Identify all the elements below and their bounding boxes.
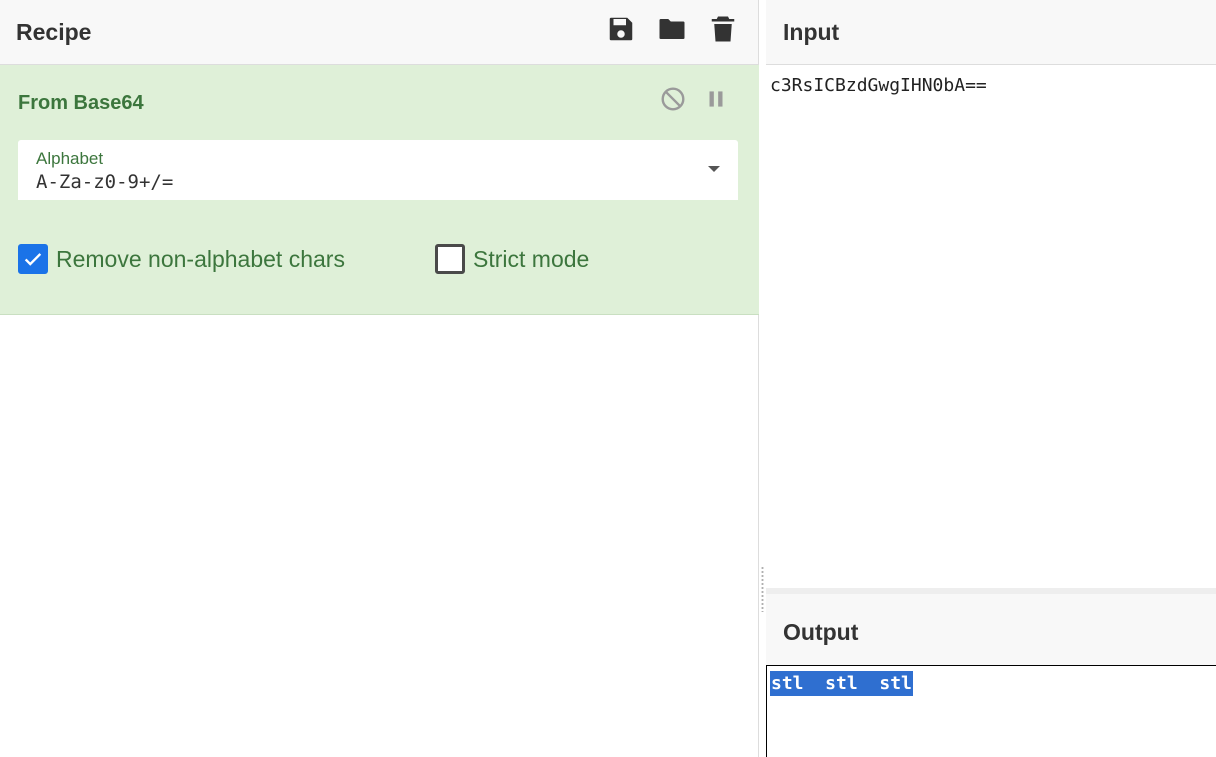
recipe-pane: Recipe From Base64 Alphabet A-Za-z0-9+/=… [0,0,759,757]
trash-can-icon [711,16,735,42]
operation-title: From Base64 [18,92,144,114]
input-header: Input [766,0,1216,65]
output-header: Output [766,594,1216,665]
strict-mode-label: Strict mode [473,245,590,272]
cyberchef-app: Recipe From Base64 Alphabet A-Za-z0-9+/=… [0,0,1216,757]
output-pane: Output stl stl stl [766,594,1216,757]
output-title: Output [783,619,859,645]
save-recipe-button[interactable] [606,14,636,44]
output-textarea[interactable]: stl stl stl [766,665,1216,757]
caret-down-icon [708,166,720,172]
folder-icon [659,19,685,39]
remove-non-alphabet-label: Remove non-alphabet chars [56,245,345,272]
strict-mode-checkbox-row[interactable]: Strict mode [435,243,589,275]
drag-grip-icon[interactable] [761,566,764,612]
remove-non-alphabet-checkbox-row[interactable]: Remove non-alphabet chars [18,243,345,275]
input-textarea[interactable] [766,65,1216,588]
circle-slash-icon [661,87,685,111]
alphabet-label: Alphabet [36,149,104,168]
remove-non-alphabet-checkbox[interactable] [18,244,48,274]
checkmark-icon [24,253,42,266]
input-title: Input [783,19,840,45]
input-text: c3RsICBzdGwgIHN0bA== [770,75,987,96]
pane-splitter[interactable] [759,0,766,757]
alphabet-value: A-Za-z0-9+/= [36,171,174,193]
disable-operation-button[interactable] [660,86,686,112]
alphabet-select[interactable]: Alphabet A-Za-z0-9+/= [18,140,738,200]
floppy-disk-icon [609,17,633,41]
output-text-selected: stl stl stl [770,671,913,696]
recipe-header: Recipe [0,0,758,65]
strict-mode-checkbox[interactable] [435,244,465,274]
clear-recipe-button[interactable] [708,14,738,44]
input-pane: Input c3RsICBzdGwgIHN0bA== [766,0,1216,588]
pause-icon [709,91,723,107]
recipe-title: Recipe [16,19,92,45]
load-recipe-button[interactable] [656,14,688,44]
operation-from-base64[interactable]: From Base64 Alphabet A-Za-z0-9+/= Remove… [0,65,759,315]
breakpoint-button[interactable] [703,86,729,112]
